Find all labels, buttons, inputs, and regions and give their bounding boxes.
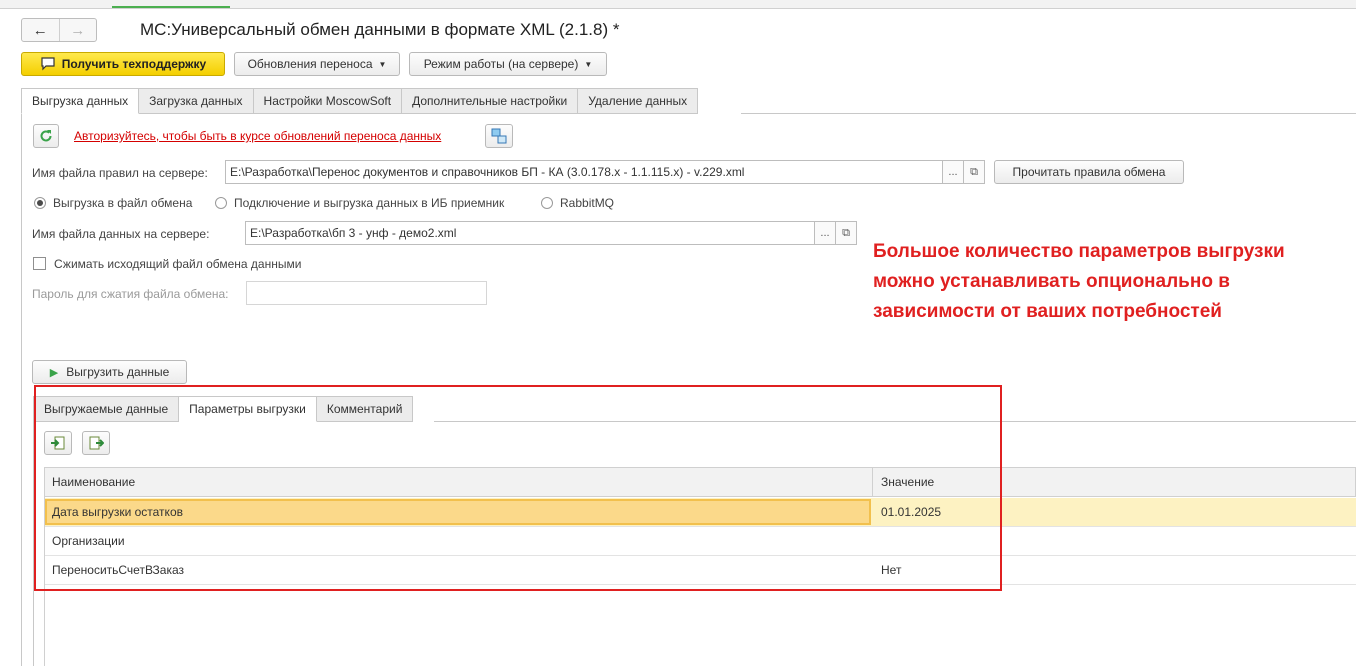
radio-export-to-file[interactable] <box>34 197 46 209</box>
navigation-buttons: ← → <box>21 18 97 42</box>
password-input[interactable] <box>246 281 487 305</box>
play-icon: ▶ <box>49 366 59 379</box>
radio-export-to-file-label[interactable]: Выгрузка в файл обмена <box>53 196 192 210</box>
param-name: Организации <box>52 534 125 548</box>
forward-button[interactable]: → <box>58 19 97 41</box>
tab-panel-border <box>21 114 22 666</box>
rules-file-label: Имя файла правил на сервере: <box>32 166 208 180</box>
data-file-label: Имя файла данных на сервере: <box>32 227 210 241</box>
column-header-name[interactable]: Наименование <box>52 467 135 497</box>
refresh-icon <box>40 130 52 142</box>
sub-panel-border <box>33 422 34 666</box>
sub-tab-baseline <box>434 421 1356 422</box>
tab-delete-data[interactable]: Удаление данных <box>578 88 699 114</box>
param-name: ПереноситьСчетВЗаказ <box>52 563 185 577</box>
back-button[interactable]: ← <box>22 19 59 41</box>
tab-moscowsoft-settings[interactable]: Настройки MoscowSoft <box>253 88 403 114</box>
header-divider <box>872 467 873 497</box>
support-button[interactable]: Получить техподдержку <box>21 52 225 76</box>
param-name: Дата выгрузки остатков <box>52 505 183 519</box>
column-header-value[interactable]: Значение <box>881 467 934 497</box>
main-tab-bar: Выгрузка данных Загрузка данных Настройк… <box>21 88 699 114</box>
connect-button[interactable] <box>485 124 513 148</box>
support-button-label: Получить техподдержку <box>61 57 207 71</box>
tab-export-params[interactable]: Параметры выгрузки <box>179 396 317 422</box>
rules-file-input[interactable]: E:\Разработка\Перенос документов и справ… <box>225 160 943 184</box>
mode-button[interactable]: Режим работы (на сервере) ▼ <box>409 52 607 76</box>
radio-connect-export-label[interactable]: Подключение и выгрузка данных в ИБ прием… <box>234 196 504 210</box>
updates-button[interactable]: Обновления переноса ▼ <box>234 52 400 76</box>
radio-rabbitmq[interactable] <box>541 197 553 209</box>
active-window-indicator <box>112 6 230 8</box>
table-row[interactable] <box>44 556 1356 584</box>
rules-file-browse-button[interactable]: ... <box>942 160 964 184</box>
params-table-header <box>44 467 1356 497</box>
load-params-button[interactable] <box>44 431 72 455</box>
tab-bar-baseline <box>741 113 1356 114</box>
exchange-icon <box>491 128 507 144</box>
refresh-button[interactable] <box>33 124 59 148</box>
data-file-browse-button[interactable]: ... <box>814 221 836 245</box>
tab-import[interactable]: Загрузка данных <box>139 88 254 114</box>
auth-link[interactable]: Авторизуйтесь, чтобы быть в курсе обновл… <box>74 129 441 143</box>
rules-file-open-button[interactable]: ⧉ <box>963 160 985 184</box>
tab-export[interactable]: Выгрузка данных <box>21 88 140 114</box>
open-icon: ⧉ <box>842 226 850 239</box>
export-icon <box>89 436 104 450</box>
compress-checkbox[interactable] <box>33 257 46 270</box>
row-divider <box>44 584 1356 585</box>
dropdown-arrow-icon: ▼ <box>378 59 387 69</box>
compress-label[interactable]: Сжимать исходящий файл обмена данными <box>54 257 301 271</box>
table-row[interactable] <box>44 527 1356 555</box>
export-data-button-label: Выгрузить данные <box>66 365 170 379</box>
save-params-button[interactable] <box>82 431 110 455</box>
radio-rabbitmq-label[interactable]: RabbitMQ <box>560 196 614 210</box>
read-rules-button[interactable]: Прочитать правила обмена <box>994 160 1184 184</box>
radio-connect-export[interactable] <box>215 197 227 209</box>
import-icon <box>51 436 65 450</box>
window-title: МС:Универсальный обмен данными в формате… <box>140 20 620 39</box>
updates-button-label: Обновления переноса <box>247 57 373 71</box>
password-label: Пароль для сжатия файла обмена: <box>32 287 229 301</box>
dropdown-arrow-icon: ▼ <box>584 59 593 69</box>
data-file-open-button[interactable]: ⧉ <box>835 221 857 245</box>
window-top-strip <box>0 0 1356 9</box>
tab-additional-settings[interactable]: Дополнительные настройки <box>402 88 579 114</box>
open-icon: ⧉ <box>970 165 978 178</box>
data-file-input[interactable]: E:\Разработка\бп 3 - унф - демо2.xml <box>245 221 815 245</box>
annotation-note: Большое количество параметров выгрузки м… <box>873 241 1285 322</box>
chat-icon <box>41 57 55 71</box>
mode-button-label: Режим работы (на сервере) <box>423 57 579 71</box>
param-value[interactable]: Нет <box>881 556 901 584</box>
tab-comment[interactable]: Комментарий <box>316 396 414 422</box>
sub-tab-bar: Выгружаемые данные Параметры выгрузки Ко… <box>33 396 414 422</box>
table-left-border <box>44 497 45 666</box>
read-rules-button-label: Прочитать правила обмена <box>1012 165 1166 179</box>
param-value[interactable]: 01.01.2025 <box>881 498 941 526</box>
export-data-button[interactable]: ▶ Выгрузить данные <box>32 360 187 384</box>
tab-exported-data[interactable]: Выгружаемые данные <box>33 396 180 422</box>
